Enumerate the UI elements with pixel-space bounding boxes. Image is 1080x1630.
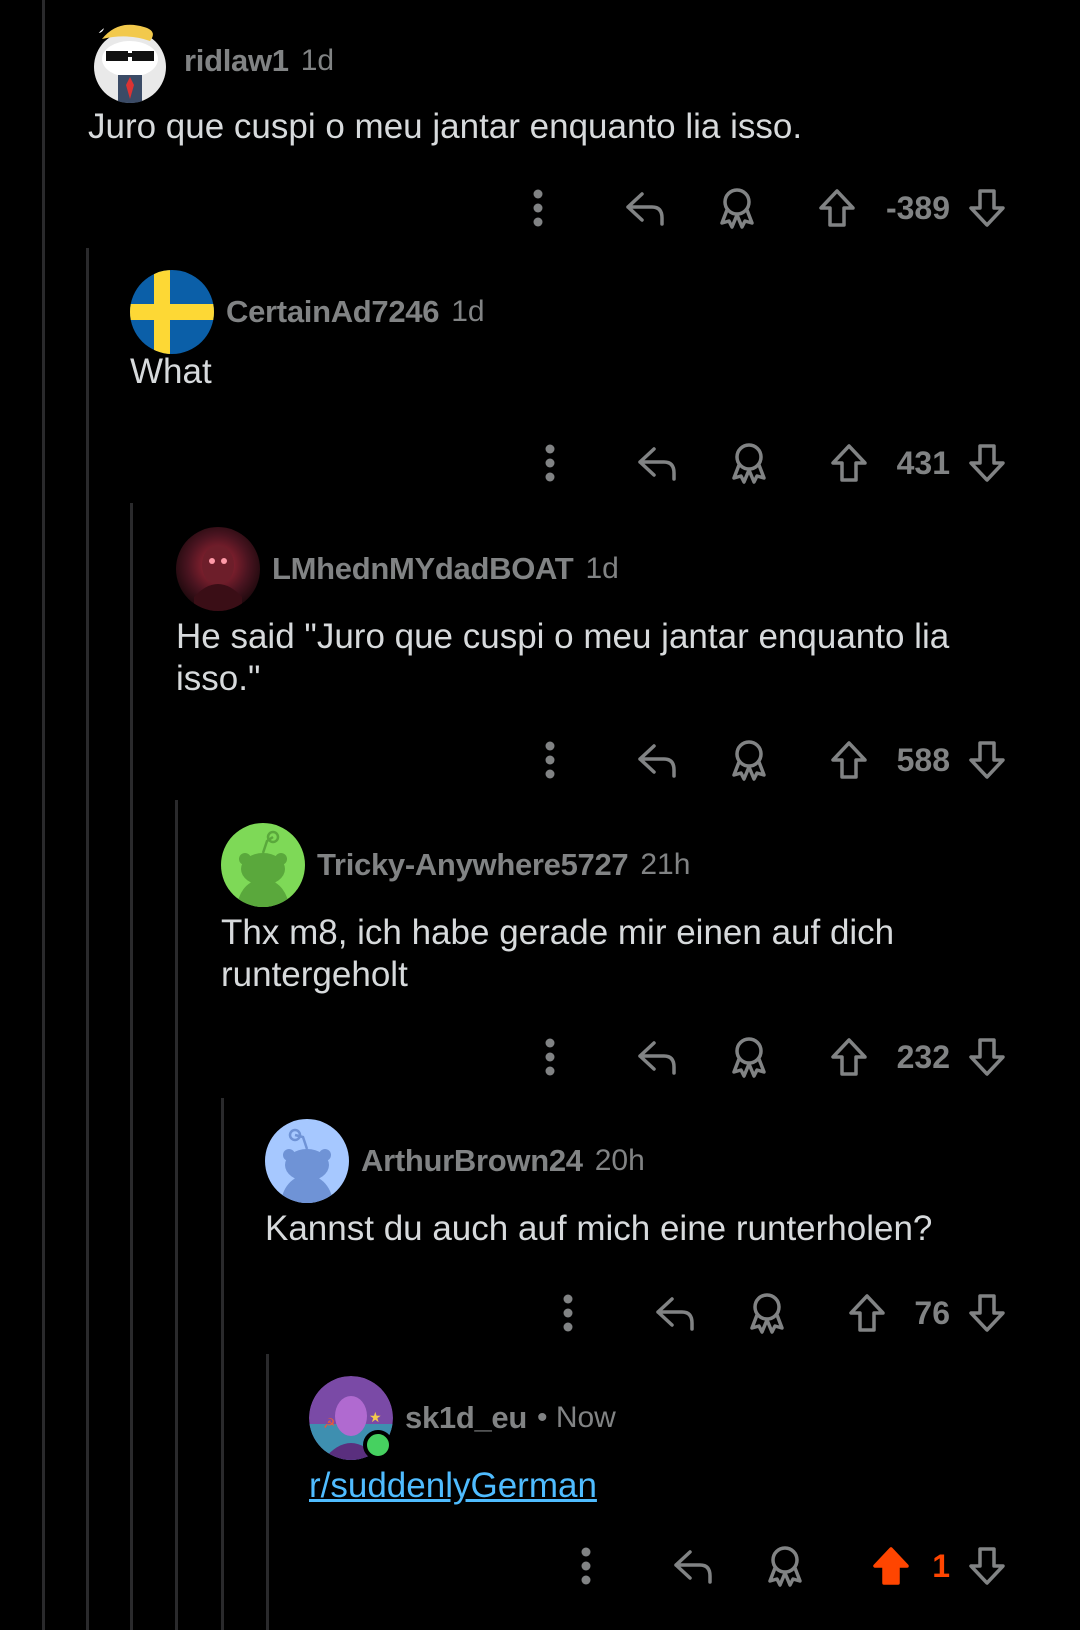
comment: LMhednMYdadBOAT 1d He said "Juro que cus… bbox=[176, 526, 1080, 700]
vote-count: 588 bbox=[896, 741, 950, 778]
downvote-icon[interactable] bbox=[962, 1536, 1012, 1596]
more-options-icon[interactable] bbox=[568, 1536, 604, 1596]
comment: ridlaw1 1d Juro que cuspi o meu jantar e… bbox=[88, 18, 1080, 148]
reply-icon[interactable] bbox=[632, 730, 682, 790]
avatar[interactable] bbox=[88, 19, 172, 103]
downvote-icon[interactable] bbox=[962, 1283, 1012, 1343]
downvote-icon[interactable] bbox=[962, 433, 1012, 493]
comment-body: r/suddenlyGerman bbox=[309, 1465, 1009, 1507]
award-icon[interactable] bbox=[742, 1283, 792, 1343]
reply-icon[interactable] bbox=[650, 1283, 700, 1343]
timestamp: 1d bbox=[585, 552, 619, 585]
comment-body: Juro que cuspi o meu jantar enquanto lia… bbox=[88, 107, 803, 146]
vote-count: 1 bbox=[932, 1547, 950, 1584]
comment-actions: 1 bbox=[0, 1536, 1080, 1596]
comment-actions: 76 bbox=[0, 1283, 1080, 1343]
avatar[interactable] bbox=[265, 1119, 349, 1203]
comment-body: What bbox=[130, 352, 212, 391]
comment-body: Thx m8, ich habe gerade mir einen auf di… bbox=[221, 913, 895, 994]
reply-icon[interactable] bbox=[668, 1536, 718, 1596]
comment-body: He said "Juro que cuspi o meu jantar enq… bbox=[176, 617, 950, 698]
downvote-icon[interactable] bbox=[962, 178, 1012, 238]
vote-count: 431 bbox=[896, 444, 950, 481]
username[interactable]: LMhednMYdadBOAT bbox=[272, 551, 574, 587]
avatar[interactable] bbox=[130, 270, 214, 354]
username[interactable]: sk1d_eu bbox=[405, 1400, 527, 1436]
upvote-icon[interactable] bbox=[824, 433, 874, 493]
avatar[interactable] bbox=[221, 823, 305, 907]
comment: ArthurBrown24 20h Kannst du auch auf mic… bbox=[265, 1118, 1080, 1250]
avatar[interactable]: ☭ ★ bbox=[309, 1376, 393, 1460]
svg-text:☭: ☭ bbox=[323, 1416, 336, 1432]
timestamp: 1d bbox=[451, 295, 485, 328]
award-icon[interactable] bbox=[724, 1027, 774, 1087]
downvote-icon[interactable] bbox=[962, 730, 1012, 790]
username[interactable]: ridlaw1 bbox=[184, 43, 289, 79]
more-options-icon[interactable] bbox=[550, 1283, 586, 1343]
username[interactable]: ArthurBrown24 bbox=[361, 1143, 583, 1179]
comment-actions: 431 bbox=[0, 433, 1080, 493]
more-options-icon[interactable] bbox=[532, 433, 568, 493]
vote-count: 232 bbox=[896, 1038, 950, 1075]
more-options-icon[interactable] bbox=[520, 178, 556, 238]
comment-body: Kannst du auch auf mich eine runterholen… bbox=[265, 1209, 933, 1248]
upvote-icon[interactable] bbox=[842, 1283, 892, 1343]
subreddit-link[interactable]: r/suddenlyGerman bbox=[309, 1466, 597, 1505]
vote-count: 76 bbox=[914, 1294, 950, 1331]
more-options-icon[interactable] bbox=[532, 1027, 568, 1087]
timestamp: 20h bbox=[594, 1144, 645, 1177]
award-icon[interactable] bbox=[724, 433, 774, 493]
award-icon[interactable] bbox=[724, 730, 774, 790]
comment-actions: 232 bbox=[0, 1027, 1080, 1087]
thread-line bbox=[42, 0, 45, 1630]
comment: Tricky-Anywhere5727 21h Thx m8, ich habe… bbox=[221, 822, 1080, 996]
avatar[interactable] bbox=[176, 527, 260, 611]
award-icon[interactable] bbox=[712, 178, 762, 238]
comment: ☭ ★ sk1d_eu • Now r/suddenlyGerman bbox=[309, 1375, 1080, 1507]
timestamp: 1d bbox=[300, 44, 335, 77]
downvote-icon[interactable] bbox=[962, 1027, 1012, 1087]
award-icon[interactable] bbox=[760, 1536, 810, 1596]
vote-count: -389 bbox=[885, 189, 950, 226]
username[interactable]: Tricky-Anywhere5727 bbox=[317, 847, 629, 883]
upvote-icon[interactable] bbox=[866, 1536, 916, 1596]
more-options-icon[interactable] bbox=[532, 730, 568, 790]
comment-actions: 588 bbox=[0, 730, 1080, 790]
timestamp: 21h bbox=[640, 848, 691, 881]
comment-actions: -389 bbox=[0, 178, 1080, 238]
reply-icon[interactable] bbox=[632, 1027, 682, 1087]
reply-icon[interactable] bbox=[632, 433, 682, 493]
upvote-icon[interactable] bbox=[824, 1027, 874, 1087]
timestamp: • Now bbox=[536, 1401, 616, 1434]
svg-text:★: ★ bbox=[369, 1410, 382, 1426]
thread-line bbox=[175, 800, 178, 1630]
upvote-icon[interactable] bbox=[824, 730, 874, 790]
upvote-icon[interactable] bbox=[812, 178, 862, 238]
online-status-indicator bbox=[363, 1430, 393, 1460]
reply-icon[interactable] bbox=[620, 178, 670, 238]
username[interactable]: CertainAd7246 bbox=[226, 294, 440, 330]
comment: CertainAd7246 1d What bbox=[130, 269, 1080, 393]
